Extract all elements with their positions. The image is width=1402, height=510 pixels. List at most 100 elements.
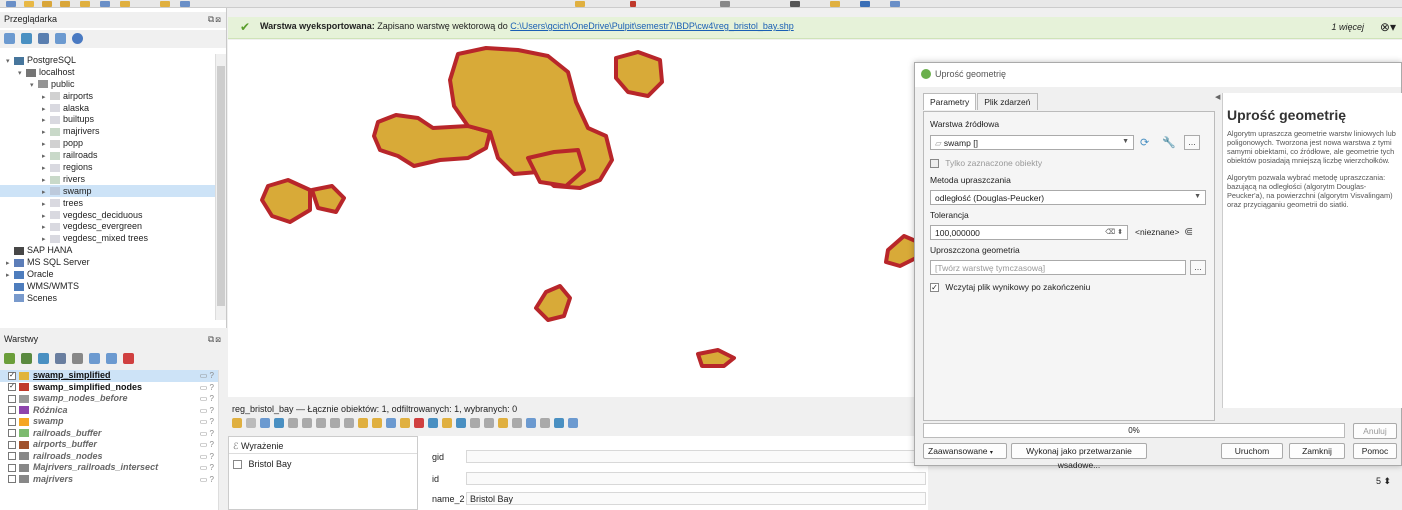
- source-layer-combo[interactable]: ▱ swamp [] ▼: [930, 135, 1134, 150]
- collapse-icon[interactable]: [106, 353, 117, 364]
- layer-indicator-icon[interactable]: ▭ ?: [200, 439, 214, 451]
- tolerance-spinbox[interactable]: 100,000000 ⌫ ⬍: [930, 225, 1128, 240]
- toolbar-icon[interactable]: [630, 1, 636, 7]
- method-combo[interactable]: odległość (Douglas-Peucker) ▼: [930, 190, 1206, 205]
- more-messages-link[interactable]: 1 więcej: [1331, 22, 1364, 32]
- layer-visibility-checkbox[interactable]: [8, 417, 16, 426]
- layer-item[interactable]: railroads_buffer ▭ ?: [0, 428, 226, 440]
- cancel-button[interactable]: Anuluj: [1353, 423, 1397, 439]
- browse-source-button[interactable]: …: [1184, 135, 1200, 150]
- help-button[interactable]: Pomoc: [1353, 443, 1397, 459]
- scrollbar-thumb[interactable]: [217, 66, 225, 306]
- delete-icon[interactable]: [302, 418, 312, 428]
- select-all-icon[interactable]: [372, 418, 382, 428]
- tree-item[interactable]: ▸ popp: [0, 137, 215, 149]
- layer-visibility-checkbox[interactable]: [8, 406, 16, 415]
- toolbar-icon[interactable]: [180, 1, 190, 7]
- paste-icon[interactable]: [344, 418, 354, 428]
- tree-item[interactable]: ▸ vegdesc_evergreen: [0, 220, 215, 232]
- field-new-icon[interactable]: [470, 418, 480, 428]
- layer-visibility-checkbox[interactable]: [8, 463, 16, 472]
- tab-log[interactable]: Plik zdarzeń: [977, 93, 1038, 110]
- tree-item[interactable]: ▾ PostgreSQL: [0, 54, 215, 66]
- layer-indicator-icon[interactable]: ▭ ?: [200, 428, 214, 440]
- toolbar-icon[interactable]: [890, 1, 900, 7]
- layer-visibility-checkbox[interactable]: [8, 475, 16, 484]
- tree-item[interactable]: Scenes: [0, 292, 215, 304]
- cut-icon[interactable]: [316, 418, 326, 428]
- layer-indicator-icon[interactable]: ▭ ?: [200, 405, 214, 417]
- field-value-input[interactable]: Bristol Bay: [466, 492, 926, 505]
- only-selected-checkbox[interactable]: Tylko zaznaczone obiekty: [930, 158, 1042, 169]
- layer-indicator-icon[interactable]: ▭ ?: [200, 416, 214, 428]
- expression-icon[interactable]: [358, 418, 368, 428]
- data-defined-icon[interactable]: ⋐: [1184, 225, 1193, 238]
- table-view-icon[interactable]: [568, 418, 578, 428]
- iterate-icon[interactable]: ⟳: [1140, 136, 1149, 149]
- layer-visibility-checkbox[interactable]: [8, 429, 16, 438]
- load-result-checkbox[interactable]: ✓ Wczytaj plik wynikowy po zakończeniu: [930, 282, 1090, 293]
- toolbar-icon[interactable]: [575, 1, 585, 7]
- copy-icon[interactable]: [330, 418, 340, 428]
- panel-float-close-icon[interactable]: ⧉⊠: [208, 334, 222, 345]
- eye-icon[interactable]: [38, 353, 49, 364]
- expression-filter-icon[interactable]: [72, 353, 83, 364]
- output-field[interactable]: [Twórz warstwę tymczasową]: [930, 260, 1186, 275]
- tab-parameters[interactable]: Parametry: [923, 93, 977, 110]
- close-icon[interactable]: ⊗▾: [1380, 20, 1396, 34]
- tree-item[interactable]: ▸ airports: [0, 90, 215, 102]
- refresh-icon[interactable]: [274, 418, 284, 428]
- tree-item[interactable]: SAP HANA: [0, 244, 215, 256]
- tree-item[interactable]: ▸ regions: [0, 161, 215, 173]
- remove-layer-icon[interactable]: [123, 353, 134, 364]
- toolbar-icon[interactable]: [60, 1, 70, 7]
- layer-indicator-icon[interactable]: ▭ ?: [200, 462, 214, 474]
- layer-item[interactable]: railroads_nodes ▭ ?: [0, 451, 226, 463]
- filter-selection-icon[interactable]: [414, 418, 424, 428]
- checkbox-box[interactable]: ✓: [930, 283, 939, 293]
- toolbar-icon[interactable]: [6, 1, 16, 7]
- info-icon[interactable]: [72, 33, 83, 44]
- field-value-input[interactable]: [466, 450, 926, 463]
- invert-selection-icon[interactable]: [386, 418, 396, 428]
- pan-icon[interactable]: [428, 418, 438, 428]
- collapse-icon[interactable]: [55, 33, 66, 44]
- layer-item[interactable]: swamp_nodes_before ▭ ?: [0, 393, 226, 405]
- move-top-icon[interactable]: [400, 418, 410, 428]
- layer-item[interactable]: swamp ▭ ?: [0, 416, 226, 428]
- toggle-icon[interactable]: [246, 418, 256, 428]
- batch-button[interactable]: Wykonaj jako przetwarzanie wsadowe...: [1011, 443, 1147, 470]
- wrench-icon[interactable]: 🔧: [1162, 136, 1176, 149]
- layer-visibility-checkbox[interactable]: [8, 452, 16, 461]
- tree-item[interactable]: ▾ localhost: [0, 66, 215, 78]
- toolbar-icon[interactable]: [42, 1, 52, 7]
- dock-icon[interactable]: [526, 418, 536, 428]
- spin-arrows-icon[interactable]: ⌫ ⬍: [1105, 228, 1123, 236]
- tree-item[interactable]: ▸ swamp: [0, 184, 215, 197]
- export-path-link[interactable]: C:\Users\gcich\OneDrive\Pulpit\semestr7\…: [510, 21, 793, 31]
- add-group-icon[interactable]: [21, 353, 32, 364]
- close-button[interactable]: Zamknij: [1289, 443, 1345, 459]
- browser-scrollbar[interactable]: [215, 54, 226, 320]
- layer-indicator-icon[interactable]: ▭ ?: [200, 393, 214, 405]
- layer-indicator-icon[interactable]: ▭ ?: [200, 474, 214, 486]
- checkbox-box[interactable]: [930, 159, 939, 169]
- field-value-input[interactable]: [466, 472, 926, 485]
- layer-visibility-checkbox[interactable]: [8, 440, 16, 449]
- toolbar-icon[interactable]: [100, 1, 110, 7]
- style-icon[interactable]: [4, 353, 15, 364]
- layer-visibility-checkbox[interactable]: ✓: [8, 383, 16, 392]
- layer-indicator-icon[interactable]: ▭ ?: [200, 370, 214, 382]
- tree-item[interactable]: ▸ alaska: [0, 102, 215, 114]
- toolbar-icon[interactable]: [80, 1, 90, 7]
- advanced-button[interactable]: Zaawansowane ▾: [923, 443, 1007, 459]
- panel-float-close-icon[interactable]: ⧉⊠: [208, 14, 222, 25]
- tree-item[interactable]: ▸ trees: [0, 197, 215, 209]
- tree-item[interactable]: ▸ vegdesc_mixed trees: [0, 232, 215, 244]
- tree-item[interactable]: ▸ builtups: [0, 113, 215, 125]
- filter-icon[interactable]: [38, 33, 49, 44]
- tree-item[interactable]: ▸ Oracle: [0, 268, 215, 280]
- toolbar-icon[interactable]: [160, 1, 170, 7]
- toolbar-icon[interactable]: [720, 1, 730, 7]
- refresh-icon[interactable]: [21, 33, 32, 44]
